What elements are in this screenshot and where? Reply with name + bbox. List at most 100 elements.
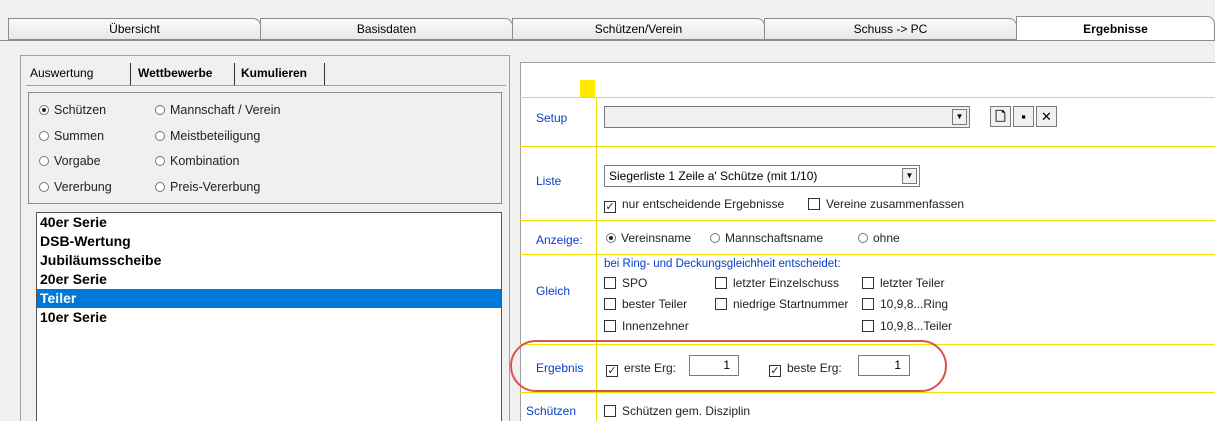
radio-label: Meistbeteiligung xyxy=(170,129,261,143)
checkbox-niedrige-startnummer[interactable]: niedrige Startnummer xyxy=(715,297,848,311)
radio-label: Preis-Vererbung xyxy=(170,180,261,194)
checkbox-vereine[interactable]: Vereine zusammenfassen xyxy=(808,197,964,211)
subtab-separator xyxy=(130,63,131,85)
checkbox-label: Vereine zusammenfassen xyxy=(826,197,965,211)
save-icon[interactable]: ▪ xyxy=(1013,106,1034,127)
radio-icon xyxy=(858,233,868,243)
tab-schuetzen-verein[interactable]: Schützen/Verein xyxy=(512,18,765,40)
guide-line xyxy=(520,392,1215,393)
schuetzen-label: Schützen xyxy=(526,404,577,418)
radio-label: ohne xyxy=(873,231,900,245)
tab-basisdaten[interactable]: Basisdaten xyxy=(260,18,513,40)
checkbox-letzter-teiler[interactable]: letzter Teiler xyxy=(862,276,944,290)
radio-schuetzen[interactable]: Schützen xyxy=(39,101,106,119)
liste-value: Siegerliste 1 Zeile a' Schütze (mit 1/10… xyxy=(609,169,818,183)
list-item[interactable]: Jubiläumsscheibe xyxy=(37,251,501,270)
setup-label: Setup xyxy=(536,111,568,125)
radio-icon xyxy=(710,233,720,243)
radio-checked-icon xyxy=(606,233,616,243)
checkbox-icon xyxy=(604,405,616,417)
close-icon[interactable]: ✕ xyxy=(1036,106,1057,127)
radio-label: Vorgabe xyxy=(54,154,101,168)
liste-select[interactable]: Siegerliste 1 Zeile a' Schütze (mit 1/10… xyxy=(604,165,920,187)
competition-list[interactable]: 40er Serie DSB-Wertung Jubiläumsscheibe … xyxy=(36,212,502,421)
list-item[interactable]: 40er Serie xyxy=(37,213,501,232)
subtab-separator xyxy=(324,63,325,85)
checkbox-icon xyxy=(862,277,874,289)
subtab-kumulieren[interactable]: Kumulieren xyxy=(237,62,311,85)
list-item[interactable]: 20er Serie xyxy=(37,270,501,289)
tab-schuss-pc[interactable]: Schuss -> PC xyxy=(764,18,1017,40)
radio-vereinsname[interactable]: Vereinsname xyxy=(606,231,691,245)
radio-summen[interactable]: Summen xyxy=(39,127,104,145)
radio-mannschaft[interactable]: Mannschaft / Verein xyxy=(155,101,280,119)
checkbox-label: bester Teiler xyxy=(622,297,688,311)
radio-label: Mannschaftsname xyxy=(725,231,824,245)
gleich-header: bei Ring- und Deckungsgleichheit entsche… xyxy=(604,258,841,270)
radio-label: Mannschaft / Verein xyxy=(170,103,281,117)
tab-uebersicht[interactable]: Übersicht xyxy=(8,18,261,40)
checkbox-icon xyxy=(604,320,616,332)
checkbox-label: niedrige Startnummer xyxy=(733,297,849,311)
checkbox-spo[interactable]: SPO xyxy=(604,276,647,290)
checkbox-label: 10,9,8...Teiler xyxy=(880,319,953,333)
chevron-down-icon[interactable]: ▼ xyxy=(952,109,967,125)
checkbox-icon xyxy=(862,320,874,332)
radio-ohne[interactable]: ohne xyxy=(858,231,900,245)
checkbox-schuetzen-gem-disziplin[interactable]: Schützen gem. Disziplin xyxy=(604,404,750,418)
checkbox-nur-entscheidend[interactable]: ✓ nur entscheidende Ergebnisse xyxy=(604,197,784,213)
checkbox-icon xyxy=(604,277,616,289)
subtab-wettbewerbe[interactable]: Wettbewerbe xyxy=(134,62,216,85)
radio-preis-vererbung[interactable]: Preis-Vererbung xyxy=(155,178,260,196)
radio-icon xyxy=(39,156,49,166)
marker-square xyxy=(580,80,595,97)
radio-label: Summen xyxy=(54,129,105,143)
radio-label: Kombination xyxy=(170,154,240,168)
subtab-baseline xyxy=(26,85,506,86)
setup-select[interactable]: ▼ xyxy=(604,106,970,128)
guide-line xyxy=(520,97,1215,98)
checkbox-bester-teiler[interactable]: bester Teiler xyxy=(604,297,687,311)
checkbox-label: Schützen gem. Disziplin xyxy=(622,404,751,418)
list-item[interactable]: DSB-Wertung xyxy=(37,232,501,251)
checkbox-icon xyxy=(715,277,727,289)
radio-label: Vererbung xyxy=(54,180,112,194)
radio-icon xyxy=(155,156,165,166)
radio-vorgabe[interactable]: Vorgabe xyxy=(39,152,101,170)
subtab-auswertung[interactable]: Auswertung xyxy=(26,62,97,85)
radio-mannschaftsname[interactable]: Mannschaftsname xyxy=(710,231,823,245)
checkbox-label: 10,9,8...Ring xyxy=(880,297,949,311)
gleich-label: Gleich xyxy=(536,284,571,298)
highlight-annotation xyxy=(510,340,947,392)
radio-label: Schützen xyxy=(54,103,107,117)
checkbox-label: Innenzehner xyxy=(622,319,689,333)
checkbox-label: nur entscheidende Ergebnisse xyxy=(622,197,785,211)
checkbox-innenzehner[interactable]: Innenzehner xyxy=(604,319,689,333)
checkbox-letzter-einzelschuss[interactable]: letzter Einzelschuss xyxy=(715,276,839,290)
guide-line xyxy=(520,220,1215,221)
checkbox-icon xyxy=(808,198,820,210)
tab-ergebnisse[interactable]: Ergebnisse xyxy=(1016,16,1215,40)
radio-meistbeteiligung[interactable]: Meistbeteiligung xyxy=(155,127,260,145)
radio-checked-icon xyxy=(39,105,49,115)
radio-icon xyxy=(39,182,49,192)
list-item[interactable]: 10er Serie xyxy=(37,308,501,327)
radio-label: Vereinsname xyxy=(621,231,692,245)
guide-line xyxy=(520,254,1215,255)
list-item-selected[interactable]: Teiler xyxy=(37,289,501,308)
checkbox-label: SPO xyxy=(622,276,648,290)
radio-kombination[interactable]: Kombination xyxy=(155,152,240,170)
checkbox-icon xyxy=(715,298,727,310)
radio-icon xyxy=(155,105,165,115)
checkbox-label: letzter Einzelschuss xyxy=(733,276,840,290)
subtab-separator xyxy=(234,63,235,85)
liste-label: Liste xyxy=(536,174,562,188)
chevron-down-icon[interactable]: ▼ xyxy=(902,168,917,184)
checkbox-ring[interactable]: 10,9,8...Ring xyxy=(862,297,948,311)
checkbox-teiler[interactable]: 10,9,8...Teiler xyxy=(862,319,952,333)
guide-line xyxy=(520,146,1215,147)
new-file-icon[interactable]: 🗋 xyxy=(990,106,1011,127)
checkbox-label: letzter Teiler xyxy=(880,276,945,290)
checkbox-checked-icon: ✓ xyxy=(604,201,616,213)
radio-vererbung[interactable]: Vererbung xyxy=(39,178,112,196)
